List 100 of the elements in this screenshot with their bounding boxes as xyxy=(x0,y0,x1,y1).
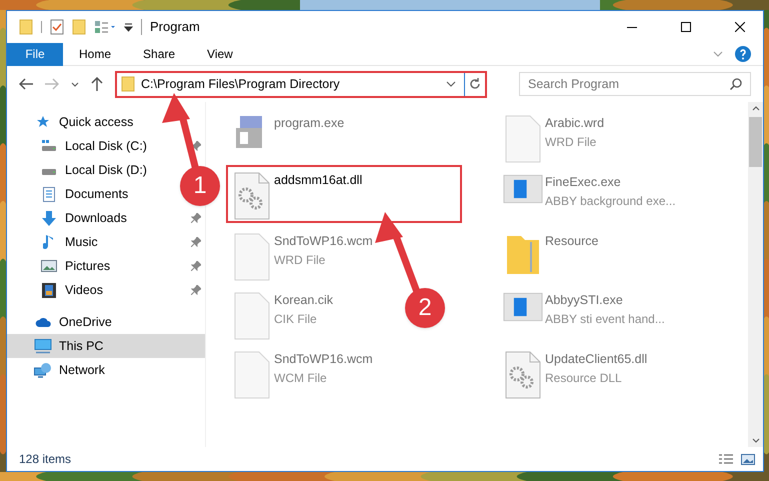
file-name: Arabic.wrd xyxy=(545,115,604,132)
file-icon xyxy=(503,114,543,164)
folder-icon xyxy=(19,19,33,35)
sidebar-item[interactable]: Documents xyxy=(7,182,179,206)
folder-icon xyxy=(121,76,135,92)
file-name: SndToWP16.wcm xyxy=(274,233,373,250)
gear-file-icon xyxy=(503,350,543,400)
file-name: SndToWP16.wcm xyxy=(274,351,373,368)
checklist-icon xyxy=(50,19,64,35)
file-type: CIK File xyxy=(274,310,318,328)
sidebar-item[interactable]: Local Disk (D:) xyxy=(7,158,179,182)
sidebar-item[interactable]: Music xyxy=(7,230,179,254)
file-name: addsmm16at.dll xyxy=(274,172,362,189)
file-type: ABBY sti event hand... xyxy=(545,310,665,328)
monitor-icon xyxy=(34,338,52,354)
music-note-icon xyxy=(43,234,55,250)
chevron-down-icon xyxy=(71,82,79,86)
file-name: Korean.cik xyxy=(274,292,334,309)
chevron-down-icon xyxy=(713,51,723,57)
pin-icon xyxy=(191,261,201,271)
ribbon-tab[interactable]: Share xyxy=(127,42,192,66)
gear-file-icon xyxy=(232,171,272,221)
star-icon xyxy=(36,115,50,129)
forward-arrow-icon xyxy=(45,78,59,90)
pin-icon xyxy=(191,213,201,223)
file-item[interactable]: SndToWP16.wcm WRD File xyxy=(226,226,379,288)
pin-icon xyxy=(191,141,201,151)
file-item[interactable]: SndToWP16.wcm WCM File xyxy=(226,344,379,406)
file-item[interactable]: Resource xyxy=(497,226,604,282)
sidebar-item[interactable]: Downloads xyxy=(7,206,179,230)
maximize-icon xyxy=(681,22,691,32)
sidebar-item[interactable]: Pictures xyxy=(7,254,179,278)
dropdown-icon xyxy=(124,22,133,32)
sidebar-label: Network xyxy=(59,362,105,379)
file-item[interactable]: Korean.cik CIK File xyxy=(226,285,340,347)
sidebar-label: Local Disk (D:) xyxy=(65,162,147,179)
file-type: WRD File xyxy=(545,134,598,151)
up-arrow-icon xyxy=(91,77,103,91)
file-icon xyxy=(232,291,272,341)
file-name: FineExec.exe xyxy=(545,174,622,191)
file-type: WRD File xyxy=(274,252,326,269)
file-type: ABBY background exe... xyxy=(545,192,676,210)
sidebar-item[interactable]: Network xyxy=(7,358,205,382)
sidebar-label: Quick access xyxy=(59,114,134,131)
thumbnail-view-icon xyxy=(741,454,755,464)
properties-icon xyxy=(94,20,116,34)
search-placeholder: Search Program xyxy=(528,76,620,93)
close-icon xyxy=(735,22,745,32)
ribbon-tab[interactable]: View xyxy=(191,42,249,66)
ribbon-tab[interactable]: Home xyxy=(63,42,128,66)
sidebar-label: This PC xyxy=(59,338,104,355)
sidebar-item[interactable]: This PC xyxy=(7,334,205,358)
back-arrow-icon xyxy=(19,78,33,90)
file-item[interactable]: program.exe xyxy=(226,108,350,156)
scroll-down-icon xyxy=(752,438,760,443)
scrollbar-thumb[interactable] xyxy=(749,117,762,167)
sidebar-item[interactable]: Quick access xyxy=(7,110,205,134)
sidebar-label: Documents xyxy=(65,186,128,203)
document-icon xyxy=(43,186,55,202)
sidebar-item[interactable]: OneDrive xyxy=(7,310,205,334)
address-path: C:\Program Files\Program Directory xyxy=(141,76,341,93)
cloud-icon xyxy=(35,316,51,328)
file-item[interactable]: FineExec.exe ABBY background exe... xyxy=(497,167,682,216)
search-icon xyxy=(730,78,742,90)
minimize-icon xyxy=(627,26,637,28)
pin-icon xyxy=(191,285,201,295)
window-title: Program xyxy=(150,18,200,36)
picture-icon xyxy=(41,260,57,272)
network-icon xyxy=(34,362,52,378)
file-item[interactable]: Arabic.wrd WRD File xyxy=(497,108,610,170)
file-type: Resource DLL xyxy=(545,370,623,387)
file-name: UpdateClient65.dll xyxy=(545,351,648,368)
address-bar[interactable]: C:\Program Files\Program Directory xyxy=(115,70,487,98)
file-icon xyxy=(232,232,272,282)
file-item[interactable]: addsmm16at.dll xyxy=(226,165,462,223)
folder-icon xyxy=(72,19,86,35)
film-icon xyxy=(42,282,56,298)
file-name: program.exe xyxy=(274,115,344,132)
download-icon xyxy=(42,210,56,226)
sidebar-label: Music xyxy=(65,234,98,251)
sidebar-label: Pictures xyxy=(65,258,110,275)
drive-icon xyxy=(41,140,57,152)
scroll-up-icon xyxy=(752,106,760,111)
file-item[interactable]: AbbyySTI.exe ABBY sti event hand... xyxy=(497,285,671,334)
sidebar-item[interactable]: Videos xyxy=(7,278,179,302)
file-item[interactable]: UpdateClient65.dll Resource DLL xyxy=(497,344,654,406)
details-view-icon xyxy=(719,454,733,464)
sidebar-item[interactable]: Local Disk (C:) xyxy=(7,134,179,158)
application-window-icon xyxy=(503,291,543,323)
item-count: 128 items xyxy=(19,451,72,468)
file-name: Resource xyxy=(545,233,598,250)
file-icon xyxy=(232,350,272,400)
search-field[interactable]: Search Program xyxy=(519,72,751,96)
sidebar-label: Videos xyxy=(65,282,103,299)
file-name: AbbyySTI.exe xyxy=(545,292,624,309)
pin-icon xyxy=(191,237,201,247)
sidebar-label: Downloads xyxy=(65,210,127,227)
ribbon-tab[interactable]: File xyxy=(7,42,63,66)
application-window-icon xyxy=(503,173,543,205)
file-type: WCM File xyxy=(274,370,328,387)
